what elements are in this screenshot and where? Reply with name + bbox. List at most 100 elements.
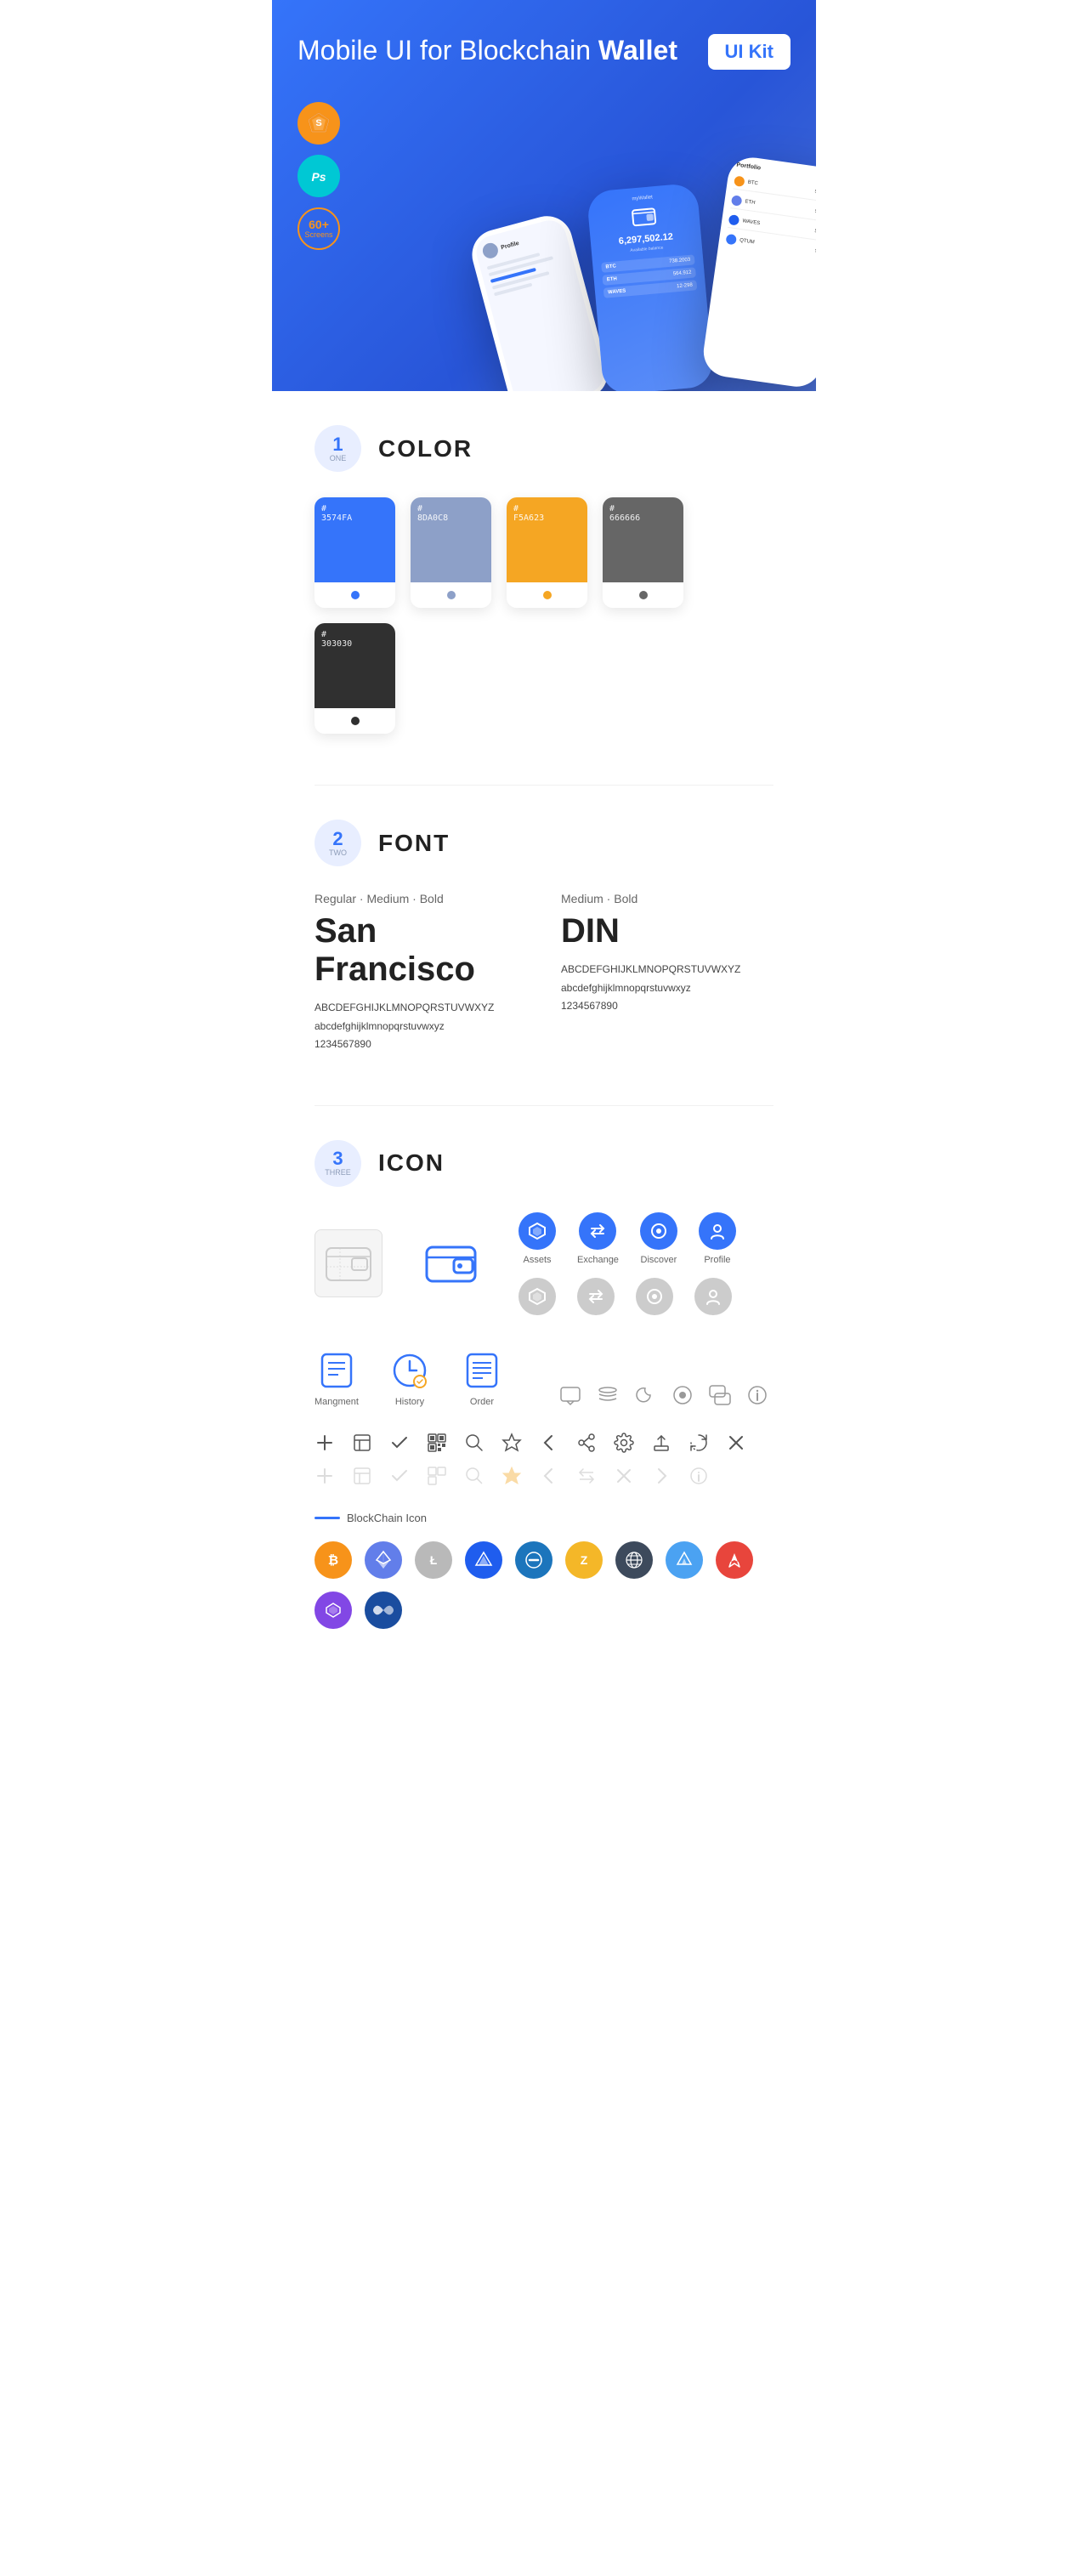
management-icon	[315, 1349, 358, 1392]
utility-icons-row2	[314, 1466, 774, 1486]
search-icon	[464, 1433, 484, 1453]
icon-section-header: 3 THREE ICON	[314, 1140, 774, 1187]
section-number-2: 2 TWO	[314, 820, 361, 866]
grid-icon	[615, 1541, 653, 1579]
svg-text:₿: ₿	[328, 1553, 338, 1568]
steem-icon	[666, 1541, 703, 1579]
crypto-icons-row: ₿ Ł	[314, 1541, 774, 1629]
swatch-main-blue: #3574FA	[314, 497, 395, 582]
font-section: 2 TWO FONT Regular · Medium · Bold San F…	[314, 820, 774, 1054]
screens-badge: 60+ Screens	[298, 207, 340, 250]
wallet-blue-container	[416, 1229, 484, 1297]
management-label: Mangment	[314, 1397, 359, 1407]
order-icon	[461, 1349, 503, 1392]
moon-icon	[633, 1383, 657, 1407]
check-icon	[389, 1433, 410, 1453]
phone-mockup-3: Portfolio + BTC $738.2003 ETH	[700, 155, 816, 390]
blockchain-line	[314, 1517, 340, 1519]
exchange-label: Exchange	[577, 1255, 619, 1265]
ark-icon	[716, 1541, 753, 1579]
circle-dot-icon	[671, 1383, 694, 1407]
qr-icon-gray	[427, 1466, 447, 1486]
exchange-icon-gray	[577, 1278, 615, 1315]
color-swatches-container: #3574FA #8DA0C8 #F5A623	[314, 497, 774, 734]
chevron-left-icon	[539, 1433, 559, 1453]
misc-icons	[558, 1383, 769, 1407]
section-number-1: 1 ONE	[314, 425, 361, 472]
ltc-icon: Ł	[415, 1541, 452, 1579]
plus-icon-gray	[314, 1466, 335, 1486]
doc-grid-icon	[352, 1433, 372, 1453]
color-swatch-blue: #3574FA	[314, 497, 395, 608]
wallet-blue-icon	[423, 1240, 479, 1287]
discover-label: Discover	[641, 1255, 677, 1265]
ui-kit-badge: UI Kit	[708, 34, 790, 70]
color-section: 1 ONE COLOR #3574FA #8DA0C8	[314, 425, 774, 734]
profile-label: Profile	[704, 1255, 730, 1265]
upload-icon	[651, 1433, 672, 1453]
color-swatch-dark: #303030	[314, 623, 395, 734]
exchange-icon	[579, 1212, 616, 1250]
zec-icon: Z	[565, 1541, 603, 1579]
wallet-icon-hero	[631, 205, 658, 228]
sf-weights: Regular · Medium · Bold	[314, 892, 527, 905]
chevron-left-icon-gray	[539, 1466, 559, 1486]
blockchain-text: BlockChain Icon	[347, 1512, 427, 1524]
chat-bubbles-icon	[708, 1383, 732, 1407]
stack-icon	[596, 1383, 620, 1407]
divider-1	[314, 785, 774, 786]
wallet-wireframe-container	[314, 1229, 382, 1297]
dash-icon	[515, 1541, 552, 1579]
color-swatch-gray: #666666	[603, 497, 683, 608]
profile-icon	[699, 1212, 736, 1250]
hero-badges: S Ps 60+ Screens	[298, 102, 340, 250]
din-numbers: 1234567890	[561, 997, 774, 1016]
order-icon-item: Order	[461, 1349, 503, 1407]
matic-icon	[314, 1592, 352, 1629]
star-icon	[502, 1433, 522, 1453]
arrows-icon-gray	[576, 1466, 597, 1486]
font-grid: Regular · Medium · Bold San Francisco AB…	[314, 892, 774, 1054]
management-icon-item: Mangment	[314, 1349, 359, 1407]
sketch-badge: S	[298, 102, 340, 145]
assets-icon-gray	[518, 1278, 556, 1315]
divider-2	[314, 1105, 774, 1106]
svg-text:Ps: Ps	[311, 170, 326, 184]
exchange-icon-item: Exchange	[577, 1212, 619, 1265]
profile-icon-gray	[694, 1278, 732, 1315]
font-sf: Regular · Medium · Bold San Francisco AB…	[314, 892, 527, 1054]
history-icon-item: History	[388, 1349, 431, 1407]
svg-text:Z: Z	[581, 1553, 588, 1567]
blockchain-label-container: BlockChain Icon	[314, 1512, 774, 1524]
assets-icon	[518, 1212, 556, 1250]
font-title: FONT	[378, 830, 450, 857]
nav-icons-gray	[518, 1278, 736, 1315]
din-name: DIN	[561, 912, 774, 950]
color-swatch-orange: #F5A623	[507, 497, 587, 608]
sync-icon	[688, 1433, 709, 1453]
arrow-right-icon-gray	[651, 1466, 672, 1486]
plus-icon	[314, 1433, 335, 1453]
phone-mockups: Profile myWallet	[484, 170, 816, 391]
font-din: Medium · Bold DIN ABCDEFGHIJKLMNOPQRSTUV…	[561, 892, 774, 1054]
close-icon-gray	[614, 1466, 634, 1486]
icon-section: 3 THREE ICON	[314, 1140, 774, 1629]
wallet-wireframe-icon	[323, 1241, 374, 1285]
font-section-header: 2 TWO FONT	[314, 820, 774, 866]
ps-icon: Ps	[307, 164, 331, 188]
color-title: COLOR	[378, 435, 473, 462]
color-swatch-grayblue: #8DA0C8	[411, 497, 491, 608]
info-icon-gray	[688, 1466, 709, 1486]
color-section-header: 1 ONE COLOR	[314, 425, 774, 472]
svg-text:Ł: Ł	[430, 1553, 438, 1567]
share-icon	[576, 1433, 597, 1453]
nav-icon-pairs: Assets Exchange	[518, 1212, 736, 1315]
sketch-icon: S	[307, 111, 331, 135]
hero-section: Mobile UI for Blockchain Wallet UI Kit S…	[272, 0, 816, 391]
nav-icons-colored: Assets Exchange	[518, 1212, 736, 1265]
wallet-icon-designs: Assets Exchange	[314, 1212, 774, 1315]
utility-icons-row1	[314, 1433, 774, 1453]
phone-mockup-2: myWallet 6,297,502.12 Available balance …	[586, 183, 714, 391]
din-upper: ABCDEFGHIJKLMNOPQRSTUVWXYZ	[561, 961, 774, 979]
assets-label: Assets	[523, 1255, 551, 1265]
